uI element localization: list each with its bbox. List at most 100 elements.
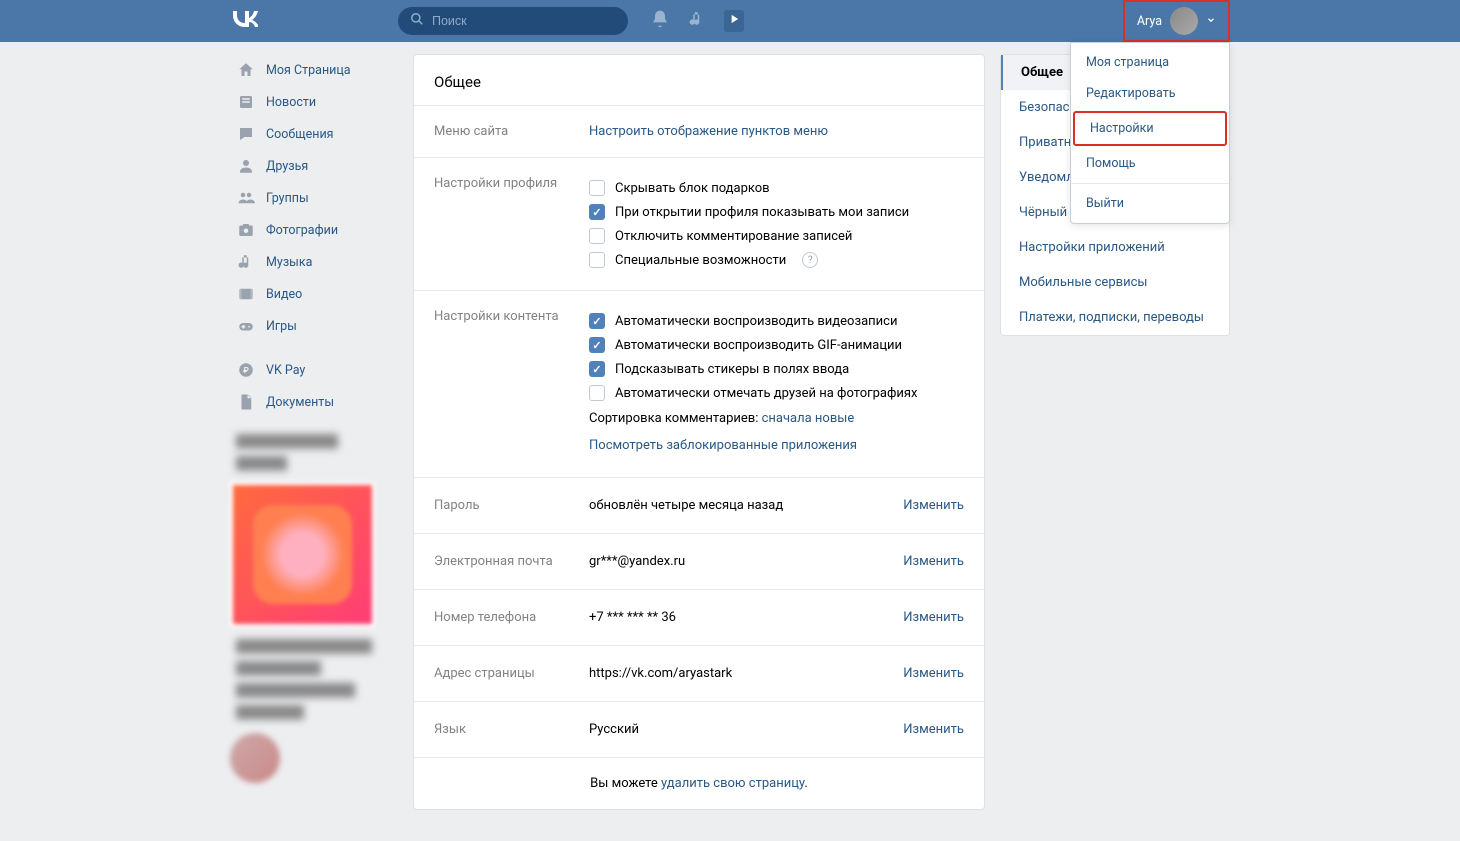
nav-label: Музыка: [266, 255, 312, 270]
nav-home[interactable]: Моя Страница: [230, 54, 398, 86]
dropdown-item-2[interactable]: Настройки: [1073, 111, 1227, 146]
dropdown-item-3[interactable]: Помощь: [1071, 148, 1229, 179]
chevron-down-icon: [1206, 14, 1216, 29]
checkbox-label: Автоматически воспроизводить GIF-анимаци…: [615, 338, 902, 353]
delete-page-link[interactable]: удалить свою страницу: [661, 776, 804, 791]
user-dropdown: Моя страницаРедактироватьНастройкиПомощь…: [1070, 42, 1230, 224]
row-email: Электронная почтаgr***@yandex.ruИзменить: [414, 533, 984, 589]
nav-photos[interactable]: Фотографии: [230, 214, 398, 246]
nav-docs[interactable]: Документы: [230, 386, 398, 418]
section-content-settings: Настройки контента Автоматически воспрои…: [414, 290, 984, 477]
pay-icon: ₽: [236, 360, 256, 380]
change-link[interactable]: Изменить: [903, 554, 964, 569]
settings-tab-5[interactable]: Настройки приложений: [1001, 230, 1229, 265]
checkbox[interactable]: [589, 337, 605, 353]
change-link[interactable]: Изменить: [903, 610, 964, 625]
msg-icon: [236, 124, 256, 144]
nav-label: Группы: [266, 191, 309, 206]
blocked-apps-link[interactable]: Посмотреть заблокированные приложения: [589, 438, 857, 453]
checkbox-label: Специальные возможности: [615, 253, 786, 268]
checkbox-label: Автоматически воспроизводить видеозаписи: [615, 314, 897, 329]
section-label: Меню сайта: [434, 124, 589, 139]
checkbox[interactable]: [589, 180, 605, 196]
nav-games[interactable]: Игры: [230, 310, 398, 342]
checkbox[interactable]: [589, 361, 605, 377]
configure-menu-link[interactable]: Настроить отображение пунктов меню: [589, 124, 828, 139]
settings-panel: Общее Меню сайта Настроить отображение п…: [413, 54, 985, 810]
search-input[interactable]: [432, 14, 602, 28]
header-inner: Arya Моя страницаРедактироватьНастройкиП…: [230, 0, 1230, 42]
nav-friends[interactable]: Друзья: [230, 150, 398, 182]
sort-value-link[interactable]: сначала новые: [762, 411, 855, 426]
video-icon: [236, 284, 256, 304]
row-url: Адрес страницыhttps://vk.com/aryastarkИз…: [414, 645, 984, 701]
checkbox[interactable]: [589, 313, 605, 329]
settings-tab-6[interactable]: Мобильные сервисы: [1001, 265, 1229, 300]
blurred-avatar: [230, 733, 280, 783]
top-header: Arya Моя страницаРедактироватьНастройкиП…: [0, 0, 1460, 42]
nav-msg[interactable]: Сообщения: [230, 118, 398, 150]
row-label: Пароль: [434, 498, 589, 513]
checkbox[interactable]: [589, 204, 605, 220]
home-icon: [236, 60, 256, 80]
check-row: Автоматически воспроизводить видеозаписи: [589, 309, 964, 333]
section-label: Настройки контента: [434, 309, 589, 459]
groups-icon: [236, 188, 256, 208]
check-row: Автоматически отмечать друзей на фотогра…: [589, 381, 964, 405]
checkbox[interactable]: [589, 252, 605, 268]
nav-label: Видео: [266, 287, 302, 302]
user-menu-trigger[interactable]: Arya: [1123, 0, 1230, 42]
nav-groups[interactable]: Группы: [230, 182, 398, 214]
checkbox-label: Отключить комментирование записей: [615, 229, 852, 244]
bell-icon[interactable]: [650, 9, 670, 33]
checkbox-label: При открытии профиля показывать мои запи…: [615, 205, 909, 220]
row-value: gr***@yandex.ru: [589, 554, 903, 569]
check-row: Специальные возможности?: [589, 248, 964, 272]
photos-icon: [236, 220, 256, 240]
checkbox[interactable]: [589, 385, 605, 401]
change-link[interactable]: Изменить: [903, 722, 964, 737]
music-icon: [236, 252, 256, 272]
row-value: обновлён четыре месяца назад: [589, 498, 903, 513]
nav-pay[interactable]: ₽VK Pay: [230, 354, 398, 386]
user-name: Arya: [1137, 14, 1162, 29]
check-row: При открытии профиля показывать мои запи…: [589, 200, 964, 224]
video-play-icon[interactable]: [724, 10, 744, 32]
nav-music[interactable]: Музыка: [230, 246, 398, 278]
section-body: Автоматически воспроизводить видеозаписи…: [589, 309, 964, 459]
left-nav: Моя СтраницаНовости Сообщения Друзья Группы…: [230, 54, 398, 810]
nav-video[interactable]: Видео: [230, 278, 398, 310]
comment-sort-row: Сортировка комментариев: сначала новые: [589, 405, 964, 432]
nav-label: Сообщения: [266, 127, 334, 142]
dropdown-item-4[interactable]: Выйти: [1071, 188, 1229, 219]
page-title: Общее: [414, 55, 984, 105]
dropdown-item-1[interactable]: Редактировать: [1071, 78, 1229, 109]
nav-label: Фотографии: [266, 223, 338, 238]
section-site-menu: Меню сайта Настроить отображение пунктов…: [414, 105, 984, 157]
nav-label: Документы: [266, 395, 334, 410]
vk-logo[interactable]: [230, 11, 398, 32]
row-lang: ЯзыкРусскийИзменить: [414, 701, 984, 757]
row-label: Язык: [434, 722, 589, 737]
blurred-text: ████████████: [230, 430, 398, 452]
change-link[interactable]: Изменить: [903, 666, 964, 681]
blurred-text: ██████████: [230, 657, 398, 679]
music-note-icon[interactable]: [688, 10, 706, 32]
checkbox[interactable]: [589, 228, 605, 244]
help-icon[interactable]: ?: [802, 252, 818, 268]
row-value: +7 *** *** ** 36: [589, 610, 903, 625]
nav-news[interactable]: Новости: [230, 86, 398, 118]
search-box[interactable]: [398, 7, 628, 35]
settings-tab-7[interactable]: Платежи, подписки, переводы: [1001, 300, 1229, 335]
row-label: Адрес страницы: [434, 666, 589, 681]
change-link[interactable]: Изменить: [903, 498, 964, 513]
footer-suffix: .: [804, 776, 807, 791]
checkbox-label: Подсказывать стикеры в полях ввода: [615, 362, 849, 377]
row-phone: Номер телефона+7 *** *** ** 36Изменить: [414, 589, 984, 645]
section-label: Настройки профиля: [434, 176, 589, 272]
promo-image[interactable]: [230, 482, 375, 627]
dropdown-item-0[interactable]: Моя страница: [1071, 47, 1229, 78]
friends-icon: [236, 156, 256, 176]
blocked-apps-row: Посмотреть заблокированные приложения: [589, 432, 964, 459]
nav-label: Игры: [266, 319, 297, 334]
